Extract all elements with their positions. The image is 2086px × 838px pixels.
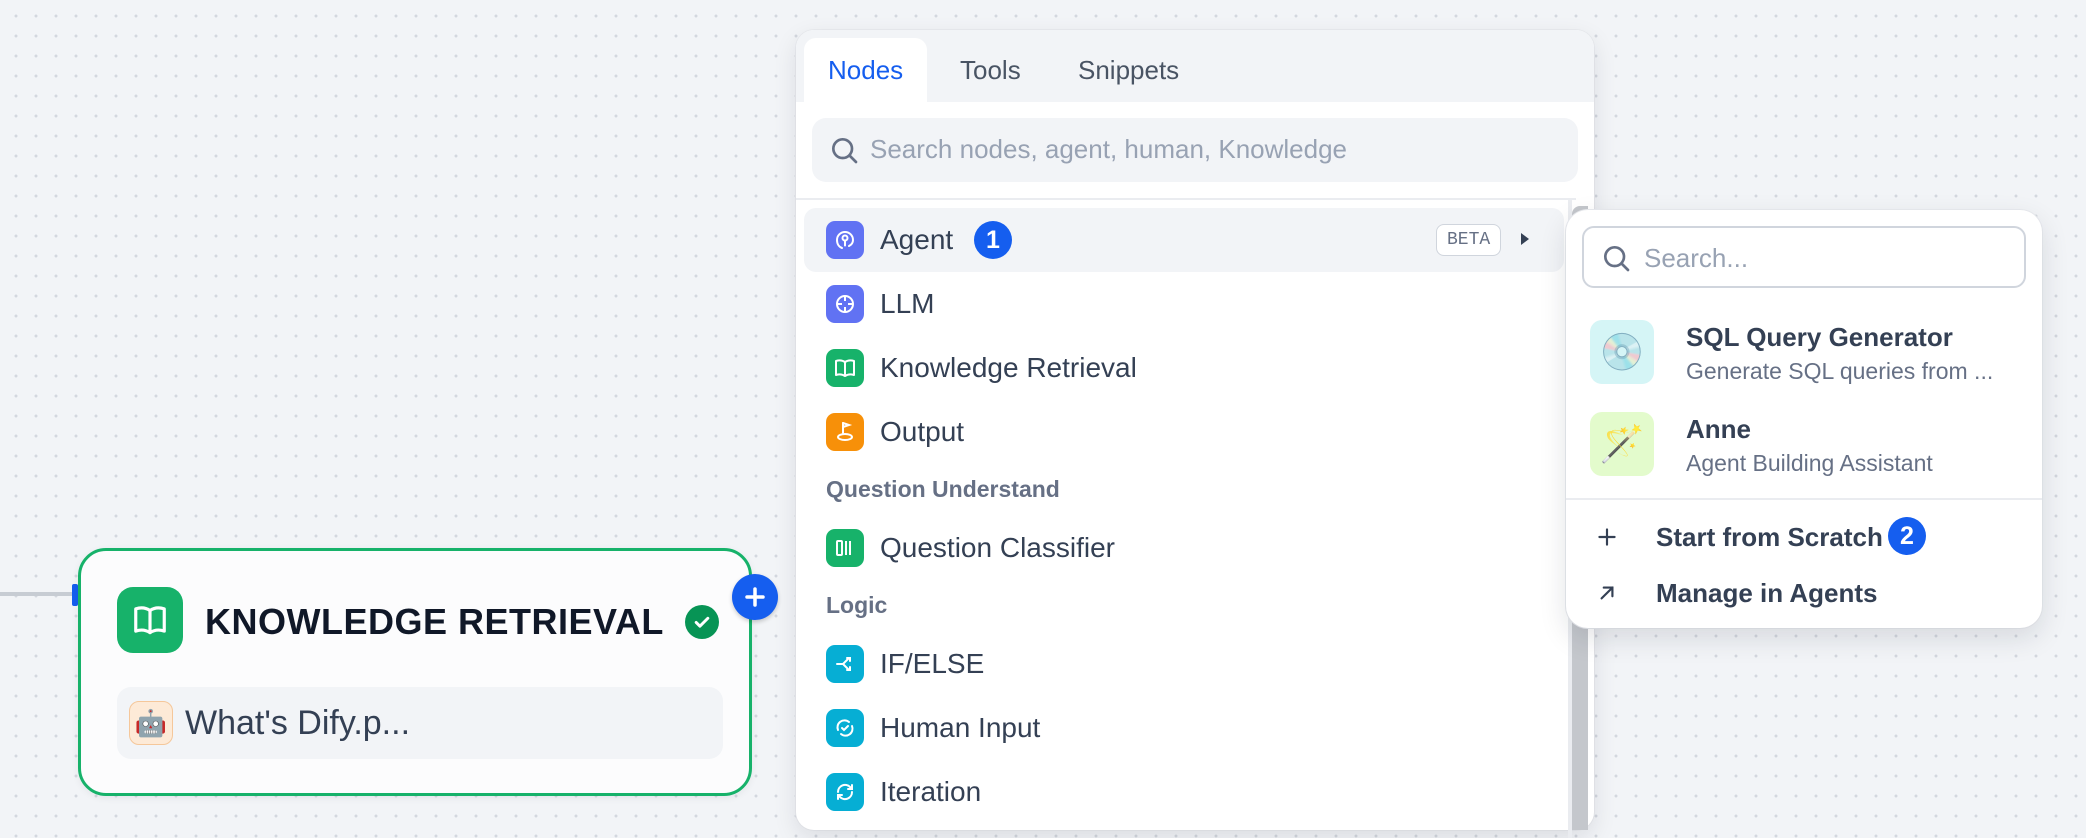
node-item-label: Agent — [880, 224, 954, 255]
knowledge-base-item[interactable]: 🤖 What's Dify.p... — [117, 687, 723, 759]
classifier-icon — [826, 529, 864, 567]
human-input-icon — [826, 709, 864, 747]
disc-avatar-icon: 💿 — [1590, 320, 1654, 384]
workflow-edge — [0, 592, 74, 596]
agent-icon — [826, 221, 864, 259]
book-icon — [117, 587, 183, 653]
node-item-question-classifier[interactable]: Question Classifier — [804, 516, 1564, 580]
agent-description: Agent Building Assistant — [1686, 450, 1933, 476]
search-icon — [1604, 246, 1630, 272]
agent-item-anne[interactable]: 🪄 Anne Agent Building Assistant — [1582, 404, 2026, 486]
node-item-label: Question Classifier — [880, 532, 1115, 563]
output-icon — [826, 413, 864, 451]
plus-icon — [1598, 528, 1616, 546]
agent-search-input[interactable]: Search... — [1582, 226, 2026, 288]
section-question-understand: Question Understand — [826, 476, 1060, 502]
node-item-label: LLM — [880, 288, 935, 319]
start-from-scratch-label: Start from Scratch — [1656, 522, 1883, 552]
section-logic: Logic — [826, 592, 888, 618]
book-icon — [826, 349, 864, 387]
llm-icon — [826, 285, 864, 323]
success-check-icon — [685, 605, 719, 639]
tab-snippets[interactable]: Snippets — [1054, 38, 1203, 102]
tab-tools[interactable]: Tools — [936, 38, 1045, 102]
arrow-up-right-icon — [1600, 586, 1614, 600]
manage-in-agents-link[interactable]: Manage in Agents — [1582, 568, 1882, 618]
node-item-iteration[interactable]: Iteration — [804, 760, 1564, 824]
node-item-label: Iteration — [880, 776, 982, 807]
node-item-human-input[interactable]: Human Input — [804, 696, 1564, 760]
node-search-input[interactable]: Search nodes, agent, human, Knowledge — [812, 118, 1578, 182]
agent-name: Anne — [1686, 414, 1751, 444]
knowledge-retrieval-node[interactable]: KNOWLEDGE RETRIEVAL 🤖 What's Dify.p... — [78, 548, 752, 796]
add-node-button[interactable] — [732, 574, 778, 620]
node-item-label: IF/ELSE — [880, 648, 985, 679]
step-badge-2: 2 — [1888, 517, 1926, 555]
node-item-label: Output — [880, 416, 965, 447]
magic-wand-avatar-icon: 🪄 — [1590, 412, 1654, 476]
manage-in-agents-label: Manage in Agents — [1656, 578, 1878, 608]
selector-tabs: Nodes Tools Snippets — [796, 30, 1594, 102]
knowledge-base-name: What's Dify.p... — [185, 704, 411, 742]
node-item-knowledge-retrieval[interactable]: Knowledge Retrieval — [804, 336, 1564, 400]
divider — [1566, 498, 2042, 500]
node-title: KNOWLEDGE RETRIEVAL — [205, 601, 664, 642]
divider — [796, 198, 1576, 200]
agent-item-sql-query-generator[interactable]: 💿 SQL Query Generator Generate SQL queri… — [1582, 312, 2026, 394]
chevron-right-icon — [1521, 233, 1529, 245]
start-from-scratch-button[interactable]: Start from Scratch 2 — [1582, 512, 1926, 562]
robot-avatar-icon: 🤖 — [129, 701, 173, 745]
agent-name: SQL Query Generator — [1686, 322, 1953, 352]
beta-tag: BETA — [1436, 224, 1502, 256]
search-placeholder: Search nodes, agent, human, Knowledge — [870, 134, 1348, 164]
node-item-output[interactable]: Output — [804, 400, 1564, 464]
node-item-if-else[interactable]: IF/ELSE — [804, 632, 1564, 696]
node-item-label: Human Input — [880, 712, 1041, 743]
node-item-label: Knowledge Retrieval — [880, 352, 1137, 383]
iteration-icon — [826, 773, 864, 811]
step-badge-1: 1 — [974, 221, 1012, 259]
search-icon — [832, 138, 858, 164]
node-item-llm[interactable]: LLM — [804, 272, 1564, 336]
tab-nodes[interactable]: Nodes — [804, 38, 928, 102]
plus-icon — [745, 587, 765, 607]
agent-description: Generate SQL queries from ... — [1686, 358, 1994, 384]
node-item-agent[interactable]: Agent 1 BETA — [804, 208, 1564, 272]
node-selector-panel: Nodes Tools Snippets Search nodes, agent… — [796, 30, 1594, 838]
search-placeholder: Search... — [1644, 243, 1749, 273]
branch-icon — [826, 645, 864, 683]
agent-submenu: Search... 💿 SQL Query Generator Generate… — [1566, 210, 2042, 628]
